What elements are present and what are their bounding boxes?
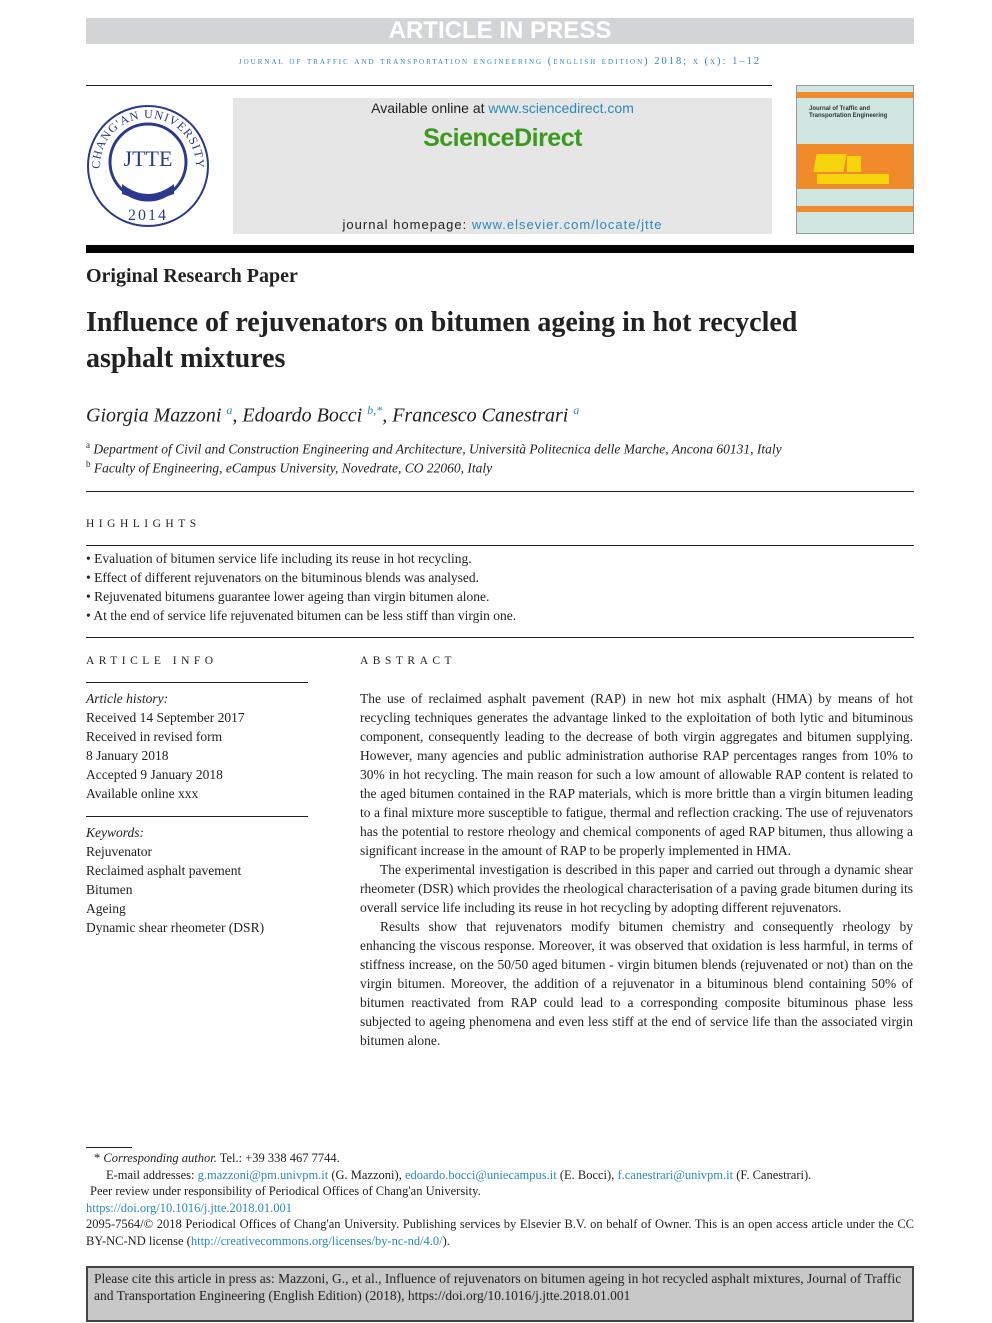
email-owner: (E. Bocci),: [556, 1167, 618, 1182]
abstract-paragraph: Results show that rejuvenators modify bi…: [360, 919, 913, 1048]
divider: [86, 637, 914, 638]
doi-link[interactable]: https://doi.org/10.1016/j.jtte.2018.01.0…: [86, 1201, 292, 1215]
history-item: Received in revised form: [86, 729, 223, 744]
highlight-text: At the end of service life rejuvenated b…: [93, 608, 517, 623]
history-item: Received 14 September 2017: [86, 710, 245, 725]
highlights-heading: HIGHLIGHTS: [86, 518, 201, 530]
paper-type: Original Research Paper: [86, 265, 298, 287]
email-label: E-mail addresses:: [106, 1167, 198, 1182]
affil-text: Faculty of Engineering, eCampus Universi…: [93, 460, 493, 476]
sciencedirect-link[interactable]: www.sciencedirect.com: [488, 100, 634, 116]
author-affil[interactable]: a: [573, 403, 579, 417]
corresponding-note: * Corresponding author. Tel.: +39 338 46…: [94, 1151, 340, 1165]
article-in-press-banner: ARTICLE IN PRESS: [86, 18, 914, 44]
journal-running-header: journal of traffic and transportation en…: [238, 56, 762, 67]
highlight-item: • At the end of service life rejuvenated…: [86, 608, 517, 623]
affil-text: Department of Civil and Construction Eng…: [93, 441, 782, 457]
copyright-note: 2095-7564/© 2018 Periodical Offices of C…: [86, 1216, 914, 1249]
history-item: Available online xxx: [86, 786, 199, 801]
highlight-item: • Rejuvenated bitumens guarantee lower a…: [86, 589, 490, 604]
keyword: Ageing: [86, 901, 126, 916]
homepage-label: journal homepage:: [342, 217, 472, 232]
affil-marker: a: [86, 440, 90, 450]
email-link[interactable]: edoardo.bocci@uniecampus.it: [405, 1168, 557, 1182]
affiliation: a Department of Civil and Construction E…: [86, 440, 782, 458]
keywords: Keywords: Rejuvenator Reclaimed asphalt …: [86, 823, 264, 937]
email-owner: (G. Mazzoni),: [328, 1167, 405, 1182]
header-bar: [86, 245, 914, 253]
sciencedirect-box: Available online at www.sciencedirect.co…: [233, 98, 772, 234]
citation-box: Please cite this article in press as: Ma…: [86, 1266, 914, 1322]
author-name[interactable]: Giorgia Mazzoni: [86, 405, 221, 427]
email-note: E-mail addresses: g.mazzoni@pm.univpm.it…: [86, 1167, 914, 1184]
article-title: Influence of rejuvenators on bitumen age…: [86, 307, 798, 374]
highlight-text: Evaluation of bitumen service life inclu…: [94, 551, 472, 566]
keyword: Dynamic shear rheometer (DSR): [86, 920, 265, 935]
divider: [86, 816, 308, 817]
sciencedirect-brand: ScienceDirect: [423, 124, 582, 152]
abstract-paragraph: The experimental investigation is descri…: [360, 862, 913, 915]
abstract-heading: ABSTRACT: [360, 655, 457, 667]
divider: [86, 491, 914, 492]
journal-cover-image: Journal of Traffic and Transportation En…: [796, 85, 914, 234]
corr-label: Corresponding author.: [103, 1151, 217, 1165]
available-label: Available online at: [371, 100, 489, 116]
available-online: Available online at www.sciencedirect.co…: [233, 100, 772, 116]
abstract-paragraph: The use of reclaimed asphalt pavement (R…: [360, 691, 913, 858]
author-affil[interactable]: a: [226, 403, 232, 417]
email-owner: (F. Canestrari).: [733, 1167, 812, 1182]
abstract-body: The use of reclaimed asphalt pavement (R…: [360, 689, 913, 1050]
author-name[interactable]: Edoardo Bocci: [242, 405, 362, 427]
divider: [86, 682, 308, 683]
logo-center-text: JTTE: [124, 146, 173, 171]
history-item: Accepted 9 January 2018: [86, 767, 223, 782]
highlight-item: • Effect of different rejuvenators on th…: [86, 570, 480, 585]
email-link[interactable]: g.mazzoni@pm.univpm.it: [198, 1168, 329, 1182]
author-name[interactable]: Francesco Canestrari: [392, 405, 568, 427]
homepage-link[interactable]: www.elsevier.com/locate/jtte: [472, 217, 663, 232]
cover-title: Journal of Traffic and Transportation En…: [809, 106, 888, 119]
divider: [86, 85, 772, 86]
keywords-label: Keywords:: [86, 825, 144, 840]
history-item: 8 January 2018: [86, 748, 169, 763]
affiliation: b Faculty of Engineering, eCampus Univer…: [86, 459, 492, 477]
university-logo: CHANG'AN UNIVERSITY JTTE 2014: [87, 105, 209, 227]
footnotes: * Corresponding author. Tel.: +39 338 46…: [86, 1150, 914, 1249]
license-link[interactable]: http://creativecommons.org/licenses/by-n…: [191, 1234, 443, 1248]
article-history: Article history: Received 14 September 2…: [86, 689, 245, 803]
author-affil[interactable]: b,*: [367, 403, 382, 417]
highlight-text: Effect of different rejuvenators on the …: [94, 570, 480, 585]
keyword: Reclaimed asphalt pavement: [86, 863, 242, 878]
copyright-end: ).: [442, 1233, 450, 1248]
highlight-item: • Evaluation of bitumen service life inc…: [86, 551, 472, 566]
journal-homepage: journal homepage: www.elsevier.com/locat…: [233, 217, 772, 232]
divider: [86, 545, 914, 546]
logo-year: 2014: [128, 207, 168, 224]
article-info-heading: ARTICLE INFO: [86, 655, 218, 667]
footnote-rule: [86, 1147, 132, 1148]
corr-tel: Tel.: +39 338 467 7744.: [216, 1151, 340, 1165]
email-link[interactable]: f.canestrari@univpm.it: [617, 1168, 733, 1182]
history-label: Article history:: [86, 691, 169, 706]
affil-marker: b: [86, 459, 91, 469]
keyword: Rejuvenator: [86, 844, 152, 859]
author-list: Giorgia Mazzoni a, Edoardo Bocci b,*, Fr…: [86, 403, 580, 427]
keyword: Bitumen: [86, 882, 133, 897]
highlight-text: Rejuvenated bitumens guarantee lower age…: [94, 589, 490, 604]
peer-review-note: Peer review under responsibility of Peri…: [90, 1184, 481, 1198]
